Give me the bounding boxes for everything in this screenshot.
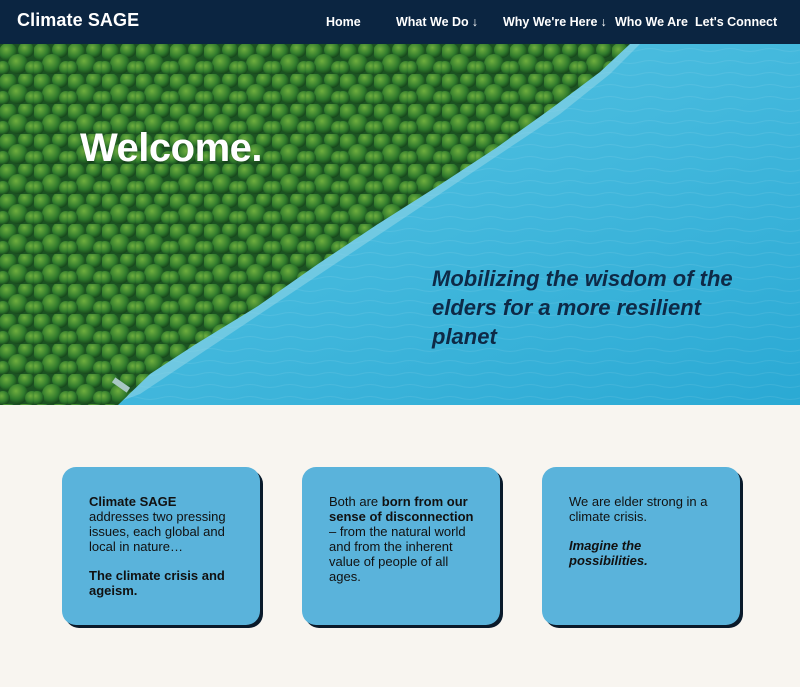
arrow-down-icon: ↓ [471,15,478,29]
card-3-text: We are elder strong in a climate crisis. [569,494,708,524]
nav-home[interactable]: Home [326,15,361,29]
nav-why-were-here-label: Why We're Here [503,15,598,29]
brand-logo-link[interactable]: Climate SAGE [17,10,139,31]
card-1-lead-bold: Climate SAGE [89,494,177,509]
arrow-down-icon: ↓ [600,15,607,29]
info-card-issues: Climate SAGE addresses two pressing issue… [62,467,260,625]
nav-lets-connect[interactable]: Let's Connect [695,15,777,29]
card-2-pre: Both are [329,494,382,509]
hero-tagline: Mobilizing the wisdom of the elders for … [432,266,733,349]
top-nav-bar: Climate SAGE Home What We Do ↓ Why We're … [0,0,800,44]
nav-what-we-do-label: What We Do [396,15,469,29]
card-2-text: Both are born from our sense of disconne… [329,494,474,584]
nav-what-we-do[interactable]: What We Do ↓ [396,15,478,29]
info-card-disconnection: Both are born from our sense of disconne… [302,467,500,625]
card-1-intro: Climate SAGE addresses two pressing issue… [89,494,234,554]
nav-why-were-here[interactable]: Why We're Here ↓ [503,15,607,29]
card-2-post: – from the natural world and from the in… [329,524,466,584]
card-3-closing: Imagine the possibilities. [569,538,648,568]
card-1-lead-text: addresses two pressing issues, each glob… [89,509,226,554]
hero-banner: Welcome. Mobilizing the wisdom of the el… [0,44,800,405]
card-1-closing: The climate crisis and ageism. [89,568,225,598]
info-card-elder-strong: We are elder strong in a climate crisis.… [542,467,740,625]
nav-who-we-are[interactable]: Who We Are [615,15,688,29]
hero-welcome-title: Welcome. [80,126,263,170]
